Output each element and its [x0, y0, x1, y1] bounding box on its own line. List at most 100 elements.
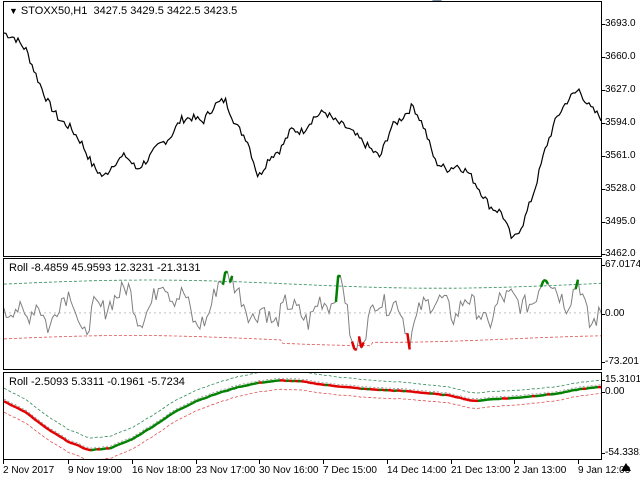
time-tick-label: 14 Dec 14:00: [387, 460, 447, 476]
roll-trend-pane[interactable]: Roll -2.5093 5.3311 -0.1961 -5.7234: [3, 372, 602, 460]
falling-trend-segment: [465, 398, 470, 402]
price-series-line: [4, 32, 601, 240]
rising-trend-segment: [171, 410, 176, 415]
axis-tick-label: 3627.0: [602, 84, 636, 95]
rising-trend-segment: [567, 389, 572, 393]
rising-trend-segment: [153, 422, 158, 427]
dropdown-triangle-icon[interactable]: ▼: [9, 6, 18, 16]
falling-trend-segment: [48, 428, 53, 433]
rising-trend-segment: [108, 446, 113, 450]
rising-trend-segment: [483, 398, 488, 402]
lower-band-line: [4, 335, 601, 347]
overbought-segment: [334, 275, 340, 302]
falling-trend-segment: [27, 412, 32, 418]
falling-trend-segment: [51, 430, 56, 435]
time-tick-label: 16 Nov 18:00: [132, 460, 192, 476]
time-tick-label: 2 Jan 13:00: [514, 460, 567, 476]
rising-trend-segment: [198, 397, 203, 402]
roll-oscillator-pane[interactable]: Roll -8.4859 45.9593 12.3231 -21.3131: [3, 258, 602, 370]
rising-trend-segment: [162, 416, 167, 421]
falling-trend-segment: [447, 393, 452, 398]
axis-tick-label: 0.00: [601, 308, 625, 319]
symbol-timeframe: STOXX50,H1: [20, 5, 88, 17]
roll-oscillator-line: [4, 271, 601, 351]
roll-oscillator-svg: [4, 270, 601, 351]
rising-trend-segment: [561, 390, 566, 395]
rising-trend-segment: [183, 404, 188, 409]
falling-trend-segment: [75, 443, 80, 447]
falling-trend-segment: [39, 422, 44, 427]
roll-oscillator-title: Roll -8.4859 45.9593 12.3231 -21.3131: [9, 262, 201, 274]
falling-trend-segment: [18, 407, 23, 412]
falling-trend-segment: [306, 380, 311, 385]
rising-trend-segment: [552, 392, 557, 396]
rising-trend-segment: [174, 409, 179, 413]
falling-trend-segment: [453, 395, 458, 399]
rising-trend-segment: [150, 424, 155, 430]
overbought-segment: [221, 271, 227, 285]
upper-band-line: [4, 279, 601, 289]
falling-trend-segment: [54, 432, 59, 437]
roll-trend-axis: 15.31010.00 -54.3381: [601, 372, 640, 460]
overbought-segment: [574, 279, 580, 290]
falling-trend-segment: [363, 387, 368, 391]
time-tick-label: 7 Dec 15:00: [323, 460, 377, 476]
rising-trend-segment: [168, 412, 173, 417]
rising-trend-segment: [147, 426, 152, 431]
falling-trend-segment: [66, 440, 71, 444]
falling-trend-segment: [459, 396, 464, 401]
rising-trend-segment: [246, 383, 251, 387]
rising-trend-segment: [114, 443, 119, 448]
falling-trend-segment: [63, 437, 68, 443]
roll-trend-title: Roll -2.5093 5.3311 -0.1961 -5.7234: [9, 376, 185, 388]
rising-trend-segment: [228, 387, 233, 392]
rising-trend-segment: [216, 391, 221, 395]
price-chart-title: ▼ STOXX50,H1 3427.5 3429.5 3422.5 3423.5: [9, 5, 237, 17]
overbought-segment: [539, 280, 545, 288]
rising-trend-segment: [180, 406, 185, 411]
axis-tick-label: 3693.0: [602, 18, 636, 29]
axis-tick-label: 3660.0: [602, 51, 636, 62]
rising-trend-segment: [120, 441, 125, 445]
rising-trend-segment: [207, 394, 212, 399]
falling-trend-segment: [84, 447, 89, 451]
falling-trend-segment: [69, 441, 74, 445]
rising-trend-segment: [156, 420, 161, 425]
rising-trend-segment: [117, 442, 122, 447]
rising-trend-segment: [192, 400, 197, 404]
scroll-end-marker[interactable]: [621, 463, 631, 471]
rising-trend-segment: [141, 430, 146, 435]
oversold-segment: [406, 333, 411, 350]
rising-trend-segment: [570, 388, 575, 392]
roll-oscillator-axis: 67.0174 0.00 -73.201: [601, 258, 640, 370]
rising-trend-segment: [270, 379, 275, 383]
trend-mid-line: [4, 377, 601, 449]
axis-tick-label: 3594.0: [602, 117, 636, 128]
falling-trend-segment: [9, 403, 14, 408]
axis-tick-label: 3495.0: [602, 216, 636, 227]
rising-trend-segment: [177, 407, 182, 412]
price-chart-pane[interactable]: ▼ STOXX50,H1 3427.5 3429.5 3422.5 3423.5: [3, 1, 602, 257]
falling-trend-segment: [72, 442, 77, 446]
falling-trend-segment: [450, 394, 455, 398]
rising-trend-segment: [240, 384, 245, 388]
falling-trend-segment: [87, 448, 92, 452]
rising-trend-segment: [138, 432, 143, 437]
rising-trend-segment: [129, 437, 134, 442]
rising-trend-segment: [189, 401, 194, 406]
ohlc-values: 3427.5 3429.5 3422.5 3423.5: [93, 5, 238, 17]
falling-trend-segment: [357, 386, 362, 391]
rising-trend-segment: [210, 393, 215, 397]
time-tick-label: 23 Nov 17:00: [196, 460, 256, 476]
overbought-segment: [544, 279, 550, 285]
axis-tick-label: 3561.0: [602, 150, 636, 161]
rising-trend-segment: [195, 399, 200, 403]
rising-trend-segment: [165, 414, 170, 419]
rising-trend-segment: [498, 397, 503, 401]
rising-trend-segment: [111, 444, 116, 449]
falling-trend-segment: [78, 444, 83, 449]
time-tick-label: 9 Nov 19:00: [68, 460, 122, 476]
rising-trend-segment: [249, 382, 254, 386]
rising-trend-segment: [144, 428, 149, 433]
rising-trend-segment: [90, 448, 95, 452]
